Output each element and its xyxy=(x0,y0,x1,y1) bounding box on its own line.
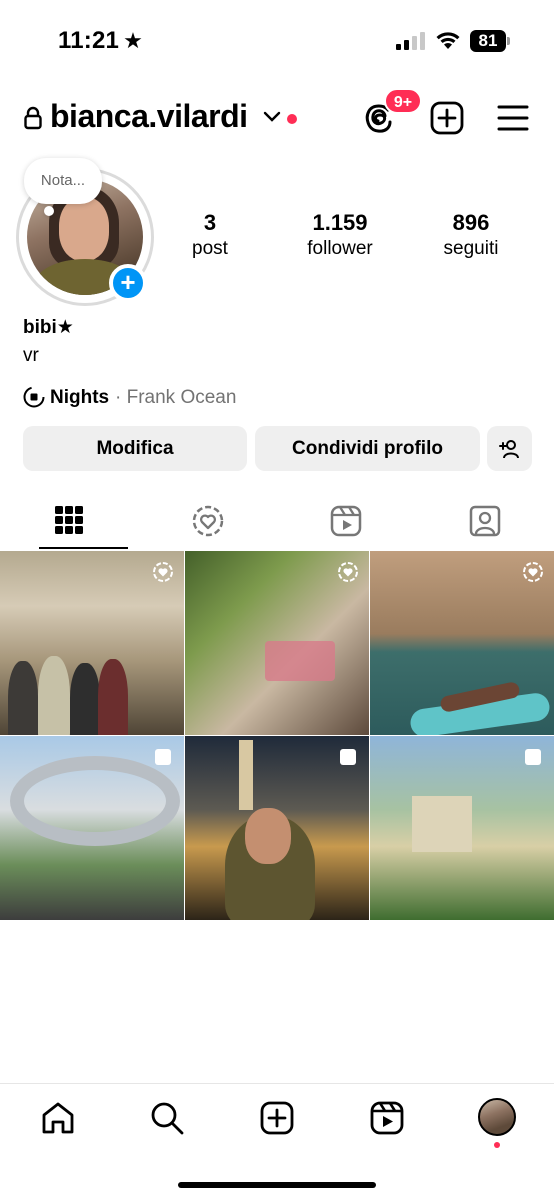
nav-home[interactable] xyxy=(40,1100,76,1136)
tab-liked[interactable] xyxy=(152,496,262,550)
add-person-icon xyxy=(499,440,519,459)
post-thumbnail[interactable] xyxy=(0,551,184,735)
discover-people-button[interactable] xyxy=(487,426,532,471)
status-time: 11:21 ★ xyxy=(58,27,143,54)
tagged-heart-icon xyxy=(192,505,224,537)
cell-signal-icon xyxy=(396,32,425,50)
post-thumbnail[interactable] xyxy=(370,551,554,735)
profile-notification-dot xyxy=(494,1142,500,1148)
square-icon xyxy=(525,749,541,765)
share-profile-button[interactable]: Condividi profilo xyxy=(255,426,480,471)
create-icon xyxy=(260,1101,294,1135)
edit-profile-button[interactable]: Modifica xyxy=(23,426,247,471)
menu-icon[interactable] xyxy=(497,103,529,133)
battery-icon: 81 xyxy=(470,30,510,52)
square-icon xyxy=(155,749,171,765)
add-story-button[interactable]: + xyxy=(109,264,147,302)
music-artist: · Frank Ocean xyxy=(115,387,237,408)
tagged-person-icon xyxy=(469,505,501,537)
tab-grid[interactable] xyxy=(14,496,128,550)
nav-search[interactable] xyxy=(149,1100,185,1136)
nav-create[interactable] xyxy=(259,1100,295,1136)
star-icon: ★ xyxy=(123,28,143,53)
nav-reels[interactable] xyxy=(369,1100,405,1136)
threads-notification-badge: 9+ xyxy=(384,88,422,114)
profile-header: bianca.vilardi 9+ xyxy=(0,88,554,142)
account-notification-dot xyxy=(287,114,297,124)
heart-circle-icon xyxy=(523,562,543,582)
search-icon xyxy=(151,1102,184,1135)
note-bubble[interactable]: Nota... xyxy=(24,158,102,204)
music-playing-icon xyxy=(23,386,45,408)
username-switcher[interactable]: bianca.vilardi xyxy=(50,98,248,135)
bio: vr xyxy=(23,345,39,366)
heart-circle-icon xyxy=(338,562,358,582)
profile-stats: 3 post 1.159 follower 896 seguiti xyxy=(160,210,554,270)
stat-following[interactable]: 896 seguiti xyxy=(411,210,531,260)
tab-reels[interactable] xyxy=(290,496,400,550)
post-thumbnail[interactable] xyxy=(185,736,369,920)
post-thumbnail[interactable] xyxy=(0,736,184,920)
tab-tagged[interactable] xyxy=(429,496,539,550)
reels-icon xyxy=(370,1101,404,1135)
display-name: bibi★ xyxy=(23,317,74,338)
square-icon xyxy=(340,749,356,765)
home-indicator xyxy=(178,1182,376,1188)
heart-circle-icon xyxy=(153,562,173,582)
post-thumbnail[interactable] xyxy=(185,551,369,735)
grid-icon xyxy=(55,506,83,534)
lock-icon xyxy=(24,106,42,130)
home-icon xyxy=(42,1102,74,1134)
posts-grid xyxy=(0,551,554,921)
profile-tabs xyxy=(0,496,554,550)
stat-followers[interactable]: 1.159 follower xyxy=(280,210,400,260)
bottom-nav xyxy=(0,1083,554,1200)
profile-actions: Modifica Condividi profilo xyxy=(23,426,533,472)
post-thumbnail[interactable] xyxy=(370,736,554,920)
reels-icon xyxy=(330,505,362,537)
status-bar: 11:21 ★ 81 xyxy=(0,0,554,80)
chevron-down-icon[interactable] xyxy=(263,110,281,124)
stat-posts[interactable]: 3 post xyxy=(150,210,270,260)
tab-active-indicator xyxy=(39,547,128,549)
battery-level: 81 xyxy=(470,30,506,52)
add-icon[interactable] xyxy=(430,101,464,135)
wifi-icon xyxy=(436,32,460,49)
nav-profile[interactable] xyxy=(478,1098,516,1136)
music-title: Nights xyxy=(50,387,110,408)
note-bubble-tail xyxy=(44,206,54,216)
